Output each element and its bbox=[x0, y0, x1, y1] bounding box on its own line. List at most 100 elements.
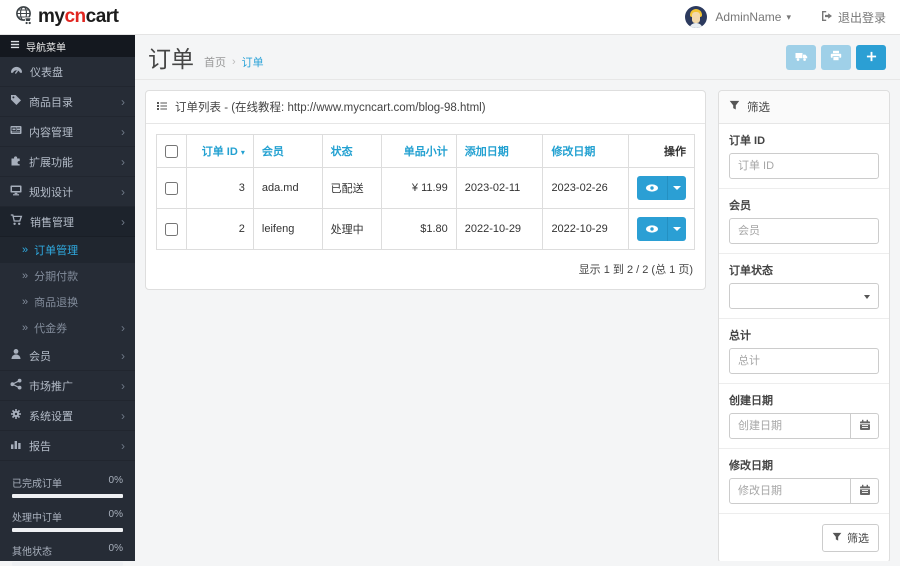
sidebar-item-marketing[interactable]: 市场推广 › bbox=[0, 371, 135, 401]
filter-date-modified-input[interactable] bbox=[729, 478, 851, 504]
apply-filter-button[interactable]: 筛选 bbox=[822, 524, 879, 552]
eye-icon bbox=[645, 222, 659, 237]
globe-cart-icon bbox=[14, 5, 34, 30]
view-order-button[interactable] bbox=[637, 217, 668, 241]
newspaper-icon bbox=[10, 124, 22, 139]
caret-down-icon bbox=[673, 227, 681, 231]
shipping-list-button[interactable] bbox=[786, 45, 816, 70]
double-chevron-icon: » bbox=[22, 244, 28, 256]
order-list-heading: 订单列表 - (在线教程: http://www.mycncart.com/bl… bbox=[146, 91, 705, 124]
sidebar-item-catalog[interactable]: 商品目录 › bbox=[0, 87, 135, 117]
sidebar-item-extensions[interactable]: 扩展功能 › bbox=[0, 147, 135, 177]
filter-heading: 筛选 bbox=[719, 91, 889, 124]
order-id: 3 bbox=[187, 168, 254, 209]
calendar-icon bbox=[859, 419, 871, 434]
chevron-down-icon: ▾ bbox=[786, 12, 791, 23]
add-order-button[interactable] bbox=[856, 45, 886, 70]
double-chevron-icon: » bbox=[22, 270, 28, 282]
share-icon bbox=[10, 378, 22, 393]
breadcrumb-current[interactable]: 订单 bbox=[242, 54, 264, 70]
stat-other-status: 其他状态 0% bbox=[12, 543, 123, 566]
stat-value: 0% bbox=[109, 543, 123, 558]
truck-icon bbox=[795, 50, 808, 65]
caret-down-icon bbox=[673, 186, 681, 190]
double-chevron-icon: » bbox=[22, 322, 28, 334]
order-status: 处理中 bbox=[322, 209, 381, 250]
filter-customer-input[interactable] bbox=[729, 218, 879, 244]
order-status: 已配送 bbox=[322, 168, 381, 209]
filter-order-status-select[interactable] bbox=[729, 283, 879, 309]
chevron-right-icon: › bbox=[121, 380, 125, 392]
sidebar-item-design[interactable]: 规划设计 › bbox=[0, 177, 135, 207]
chevron-right-icon: › bbox=[121, 96, 125, 108]
sidebar-item-dashboard[interactable]: 仪表盘 bbox=[0, 57, 135, 87]
chevron-right-icon: › bbox=[121, 321, 125, 335]
sort-date-added[interactable]: 添加日期 bbox=[465, 146, 509, 158]
table-row: 3 ada.md 已配送 ¥ 11.99 2023-02-11 2023-02-… bbox=[157, 168, 695, 209]
column-actions: 操作 bbox=[629, 135, 695, 168]
sidebar-header: 导航菜单 bbox=[0, 35, 135, 57]
sidebar-item-customers[interactable]: 会员 › bbox=[0, 341, 135, 371]
top-bar: mycncart AdminName ▾ 退出登录 bbox=[0, 0, 900, 35]
row-checkbox[interactable] bbox=[165, 223, 178, 236]
hamburger-icon bbox=[10, 40, 20, 52]
sidebar-item-sales[interactable]: 销售管理 › bbox=[0, 207, 135, 237]
logout-button[interactable]: 退出登录 bbox=[821, 9, 886, 26]
sort-customer[interactable]: 会员 bbox=[262, 146, 284, 158]
view-order-button[interactable] bbox=[637, 176, 668, 200]
chevron-right-icon: › bbox=[121, 126, 125, 138]
row-checkbox[interactable] bbox=[165, 182, 178, 195]
sort-order-id[interactable]: 订单 ID bbox=[202, 146, 238, 158]
orders-table: 订单 ID ▾ 会员 状态 单品小计 添加日期 修改日期 操作 bbox=[156, 134, 695, 250]
sidebar-subitem-orders[interactable]: » 订单管理 bbox=[0, 237, 135, 263]
avatar[interactable] bbox=[685, 6, 707, 28]
chevron-right-icon: › bbox=[121, 216, 125, 228]
logo[interactable]: mycncart bbox=[0, 5, 135, 30]
filter-date-added-input[interactable] bbox=[729, 413, 851, 439]
filter-group-order-status: 订单状态 bbox=[719, 254, 889, 319]
sidebar-item-reports[interactable]: 报告 › bbox=[0, 431, 135, 461]
progress-bar bbox=[12, 494, 123, 498]
print-button[interactable] bbox=[821, 45, 851, 70]
sidebar-subitem-installments[interactable]: » 分期付款 bbox=[0, 263, 135, 289]
breadcrumb-home[interactable]: 首页 bbox=[204, 54, 226, 70]
breadcrumb: 首页 › 订单 bbox=[204, 54, 264, 70]
select-all-checkbox[interactable] bbox=[165, 145, 178, 158]
breadcrumb-separator: › bbox=[232, 56, 236, 68]
filter-order-id-input[interactable] bbox=[729, 153, 879, 179]
page-toolbar bbox=[786, 45, 886, 70]
progress-bar bbox=[12, 562, 123, 566]
filter-icon bbox=[832, 532, 842, 545]
sidebar: 导航菜单 仪表盘 商品目录 › 内容管理 › 扩展功能 › 规划设计 › bbox=[0, 35, 135, 561]
chevron-right-icon: › bbox=[121, 156, 125, 168]
sidebar-item-content[interactable]: 内容管理 › bbox=[0, 117, 135, 147]
gear-icon bbox=[10, 408, 22, 423]
sort-status[interactable]: 状态 bbox=[331, 146, 353, 158]
order-date-added: 2022-10-29 bbox=[456, 209, 543, 250]
desktop-icon bbox=[10, 184, 22, 199]
filter-group-date-added: 创建日期 bbox=[719, 384, 889, 449]
row-dropdown-button[interactable] bbox=[668, 176, 686, 200]
chevron-right-icon: › bbox=[121, 440, 125, 452]
cart-icon bbox=[10, 214, 23, 229]
sidebar-subitem-vouchers[interactable]: » 代金券 › bbox=[0, 315, 135, 341]
eye-icon bbox=[645, 181, 659, 196]
plus-icon bbox=[866, 50, 877, 65]
filter-total-input[interactable] bbox=[729, 348, 879, 374]
user-menu[interactable]: AdminName ▾ bbox=[715, 10, 791, 24]
sidebar-subitem-returns[interactable]: » 商品退换 bbox=[0, 289, 135, 315]
sort-total[interactable]: 单品小计 bbox=[404, 146, 448, 158]
row-dropdown-button[interactable] bbox=[668, 217, 686, 241]
sidebar-item-system[interactable]: 系统设置 › bbox=[0, 401, 135, 431]
filter-group-customer: 会员 bbox=[719, 189, 889, 254]
logo-text: mycncart bbox=[38, 6, 119, 28]
order-customer: ada.md bbox=[253, 168, 322, 209]
date-added-picker-button[interactable] bbox=[851, 413, 879, 439]
date-modified-picker-button[interactable] bbox=[851, 478, 879, 504]
order-total: $1.80 bbox=[381, 209, 456, 250]
order-customer: leifeng bbox=[253, 209, 322, 250]
main-content: 订单 首页 › 订单 bbox=[135, 35, 900, 561]
stat-value: 0% bbox=[109, 509, 123, 524]
sort-date-modified[interactable]: 修改日期 bbox=[551, 146, 595, 158]
pagination-status: 显示 1 到 2 / 2 (总 1 页) bbox=[156, 250, 695, 279]
